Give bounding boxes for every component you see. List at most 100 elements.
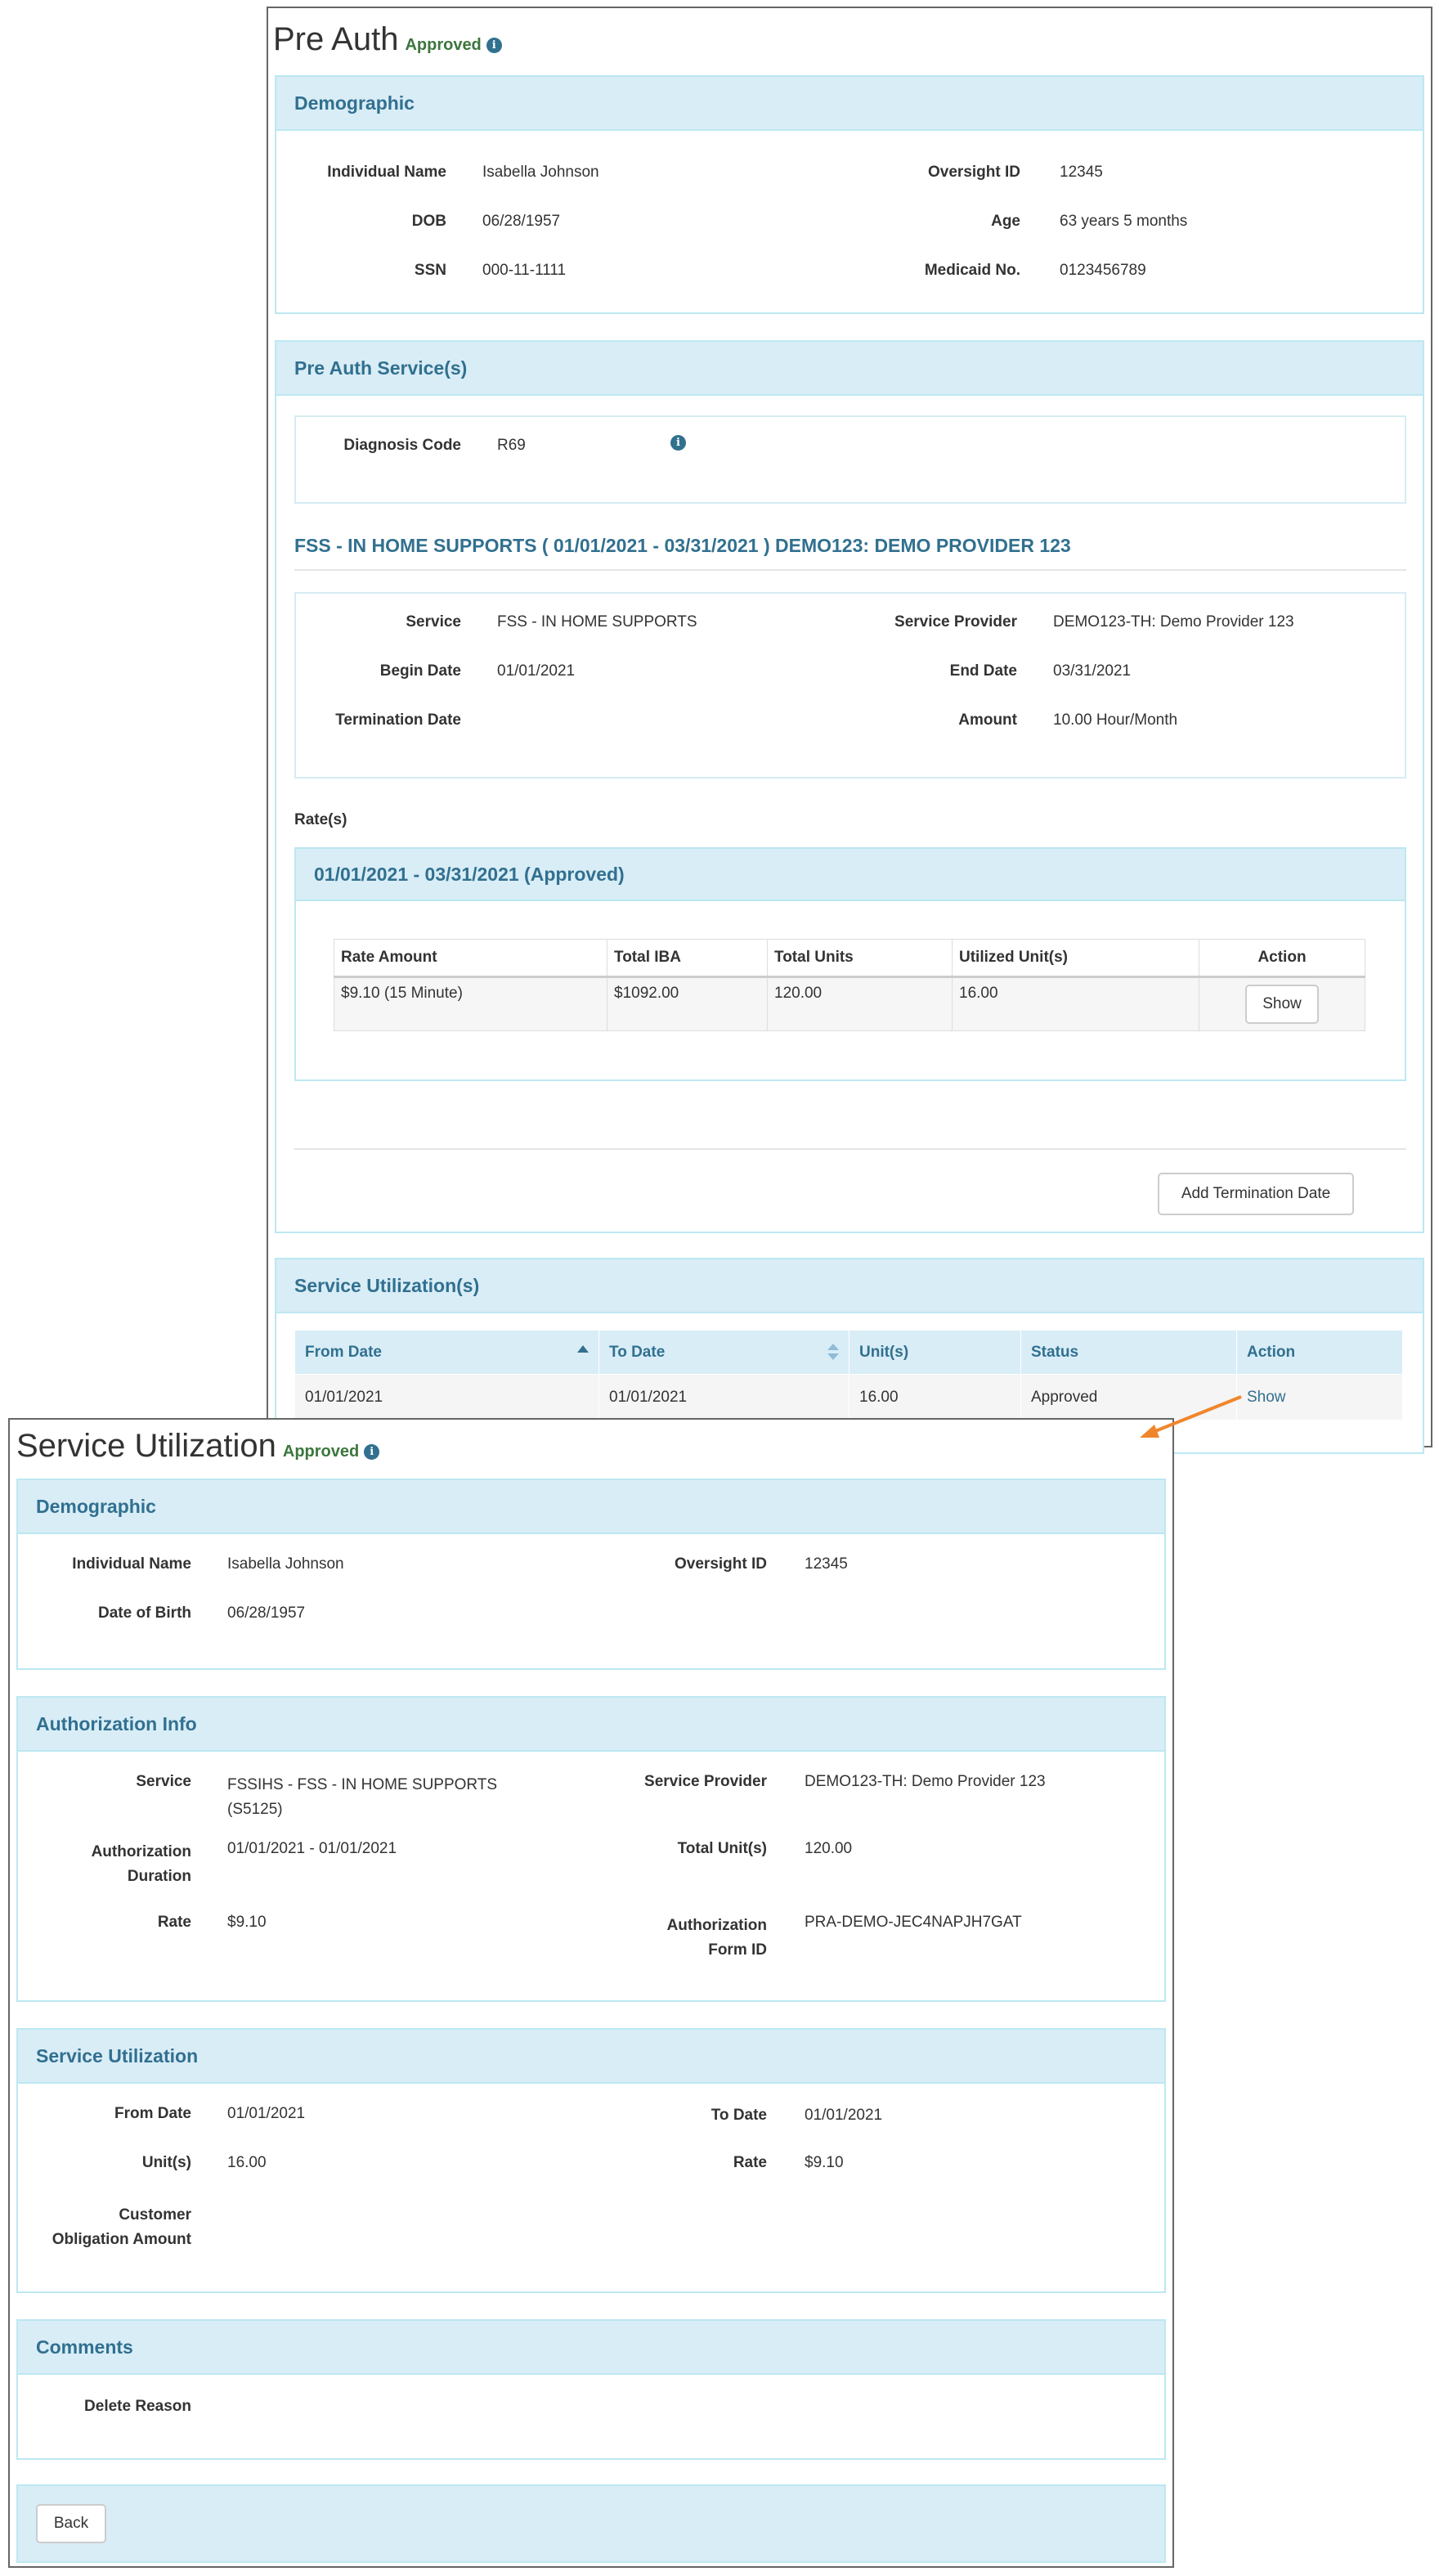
arrow-line bbox=[1150, 1395, 1242, 1434]
service-value: FSS - IN HOME SUPPORTS bbox=[497, 613, 697, 631]
dob-value: 06/28/1957 bbox=[482, 213, 561, 230]
ssn-label: SSN bbox=[414, 262, 446, 279]
rates-table: Rate Amount Total IBA Total Units Utiliz… bbox=[334, 939, 1365, 1031]
divider bbox=[294, 1148, 1406, 1150]
service-provider-value: DEMO123-TH: Demo Provider 123 bbox=[1053, 613, 1294, 631]
rate-period-heading: 01/01/2021 - 03/31/2021 (Approved) bbox=[296, 849, 1405, 901]
rate-amount-cell: $9.10 (15 Minute) bbox=[334, 976, 607, 1031]
amount-label: Amount bbox=[958, 711, 1017, 729]
individual-name-label: Individual Name bbox=[327, 164, 446, 181]
demographic-panel: Demographic Individual Name Isabella Joh… bbox=[275, 75, 1424, 314]
authorization-form-id-label: Authorization Form ID bbox=[666, 1917, 767, 1959]
divider bbox=[294, 569, 1406, 571]
action-cell: Show bbox=[1199, 976, 1365, 1031]
table-row: $9.10 (15 Minute) $1092.00 120.00 16.00 … bbox=[334, 976, 1365, 1031]
oversight-id-value: 12345 bbox=[805, 1555, 848, 1573]
panel-heading: Demographic bbox=[18, 1480, 1164, 1534]
age-value: 63 years 5 months bbox=[1060, 213, 1188, 230]
rate-value: $9.10 bbox=[805, 2154, 844, 2171]
service-label: Service bbox=[136, 1773, 191, 1790]
panel-heading: Service Utilization(s) bbox=[276, 1259, 1423, 1313]
rates-label: Rate(s) bbox=[294, 811, 347, 828]
customer-obligation-amount-label: Customer Obligation Amount bbox=[52, 2206, 191, 2248]
panel-heading: Service Utilization bbox=[18, 2030, 1164, 2084]
service-provider-value: DEMO123-TH: Demo Provider 123 bbox=[805, 1773, 1046, 1790]
footer-panel: Back bbox=[16, 2484, 1166, 2563]
service-label: Service bbox=[406, 613, 461, 631]
column-header: Total IBA bbox=[607, 939, 768, 978]
service-utilization-window: Service Utilization Approved i Demographic… bbox=[8, 1418, 1174, 2568]
action-cell: Show bbox=[1236, 1374, 1403, 1420]
panel-heading: Comments bbox=[18, 2321, 1164, 2375]
begin-date-value: 01/01/2021 bbox=[497, 662, 576, 680]
total-units-label: Total Unit(s) bbox=[677, 1840, 767, 1857]
panel-heading: Pre Auth Service(s) bbox=[276, 342, 1423, 396]
medicaid-label: Medicaid No. bbox=[924, 262, 1020, 279]
from-date-cell: 01/01/2021 bbox=[294, 1374, 599, 1420]
amount-value: 10.00 Hour/Month bbox=[1053, 711, 1178, 729]
arrow-icon bbox=[1140, 1395, 1242, 1438]
individual-name-value: Isabella Johnson bbox=[227, 1555, 344, 1573]
to-date-value: 01/01/2021 bbox=[805, 2107, 883, 2124]
total-units-cell: 120.00 bbox=[767, 976, 953, 1031]
demographic-panel: Demographic Individual Name Isabella Joh… bbox=[16, 1479, 1166, 1670]
individual-name-label: Individual Name bbox=[72, 1555, 191, 1573]
sort-both-icon bbox=[827, 1344, 839, 1362]
from-date-value: 01/01/2021 bbox=[227, 2105, 306, 2122]
info-icon[interactable]: i bbox=[486, 38, 502, 53]
diagnosis-code-value: R69 bbox=[497, 437, 526, 454]
pre-auth-services-panel: Pre Auth Service(s) Diagnosis Code R69 i… bbox=[275, 340, 1424, 1233]
add-termination-date-button[interactable]: Add Termination Date bbox=[1158, 1173, 1354, 1215]
service-utilization-panel: Service Utilization From Date 01/01/2021… bbox=[16, 2028, 1166, 2293]
oversight-id-label: Oversight ID bbox=[928, 164, 1020, 181]
termination-date-label: Termination Date bbox=[335, 711, 461, 729]
service-heading: FSS - IN HOME SUPPORTS ( 01/01/2021 - 03… bbox=[294, 535, 1071, 556]
rate-period-panel: 01/01/2021 - 03/31/2021 (Approved) Rate … bbox=[294, 847, 1406, 1081]
dob-label: DOB bbox=[411, 213, 446, 230]
info-icon[interactable]: i bbox=[364, 1444, 380, 1460]
units-label: Unit(s) bbox=[141, 2154, 191, 2171]
status-badge: Approved bbox=[282, 1443, 360, 1461]
ssn-value: 000-11-1111 bbox=[482, 262, 567, 279]
diagnosis-code-label: Diagnosis Code bbox=[343, 437, 461, 454]
show-rate-button[interactable]: Show bbox=[1245, 985, 1319, 1024]
column-header: Action bbox=[1199, 939, 1365, 978]
column-header: Utilized Unit(s) bbox=[952, 939, 1199, 978]
column-header-action: Action bbox=[1236, 1330, 1403, 1375]
back-button[interactable]: Back bbox=[36, 2504, 106, 2543]
units-value: 16.00 bbox=[227, 2154, 267, 2171]
column-header-units: Unit(s) bbox=[849, 1330, 1021, 1375]
page-title: Pre Auth Approved i bbox=[273, 21, 502, 58]
end-date-label: End Date bbox=[949, 662, 1017, 680]
column-header: Total Units bbox=[767, 939, 953, 978]
authorization-duration-value: 01/01/2021 - 01/01/2021 bbox=[227, 1840, 397, 1857]
info-icon[interactable]: i bbox=[670, 435, 686, 451]
date-of-birth-value: 06/28/1957 bbox=[227, 1604, 306, 1622]
service-value: FSSIHS - FSS - IN HOME SUPPORTS (S5125) bbox=[227, 1776, 498, 1818]
age-label: Age bbox=[991, 213, 1020, 230]
show-utilization-link[interactable]: Show bbox=[1247, 1389, 1286, 1406]
pre-auth-window: Pre Auth Approved i Demographic Individual… bbox=[267, 7, 1432, 1454]
column-header-to-date[interactable]: To Date bbox=[598, 1330, 850, 1375]
panel-heading: Authorization Info bbox=[18, 1698, 1164, 1752]
authorization-info-panel: Authorization Info Service FSSIHS - FSS … bbox=[16, 1696, 1166, 2002]
service-provider-label: Service Provider bbox=[894, 613, 1017, 631]
column-header: Rate Amount bbox=[334, 939, 607, 978]
oversight-id-label: Oversight ID bbox=[675, 1555, 767, 1573]
units-cell: 16.00 bbox=[849, 1374, 1021, 1420]
page-title: Service Utilization Approved i bbox=[16, 1428, 380, 1465]
from-date-label: From Date bbox=[114, 2105, 191, 2122]
authorization-duration-label: Authorization Duration bbox=[91, 1843, 191, 1885]
medicaid-value: 0123456789 bbox=[1060, 262, 1146, 279]
to-date-label: To Date bbox=[711, 2107, 767, 2124]
begin-date-label: Begin Date bbox=[379, 662, 461, 680]
arrow-head bbox=[1140, 1425, 1159, 1438]
column-header-from-date[interactable]: From Date bbox=[294, 1330, 599, 1375]
diagnosis-box: Diagnosis Code R69 i bbox=[294, 415, 1406, 504]
comments-panel: Comments Delete Reason bbox=[16, 2319, 1166, 2460]
end-date-value: 03/31/2021 bbox=[1053, 662, 1132, 680]
sort-asc-icon bbox=[577, 1345, 589, 1353]
panel-heading: Demographic bbox=[276, 77, 1423, 131]
to-date-cell: 01/01/2021 bbox=[598, 1374, 850, 1420]
delete-reason-label: Delete Reason bbox=[84, 2398, 191, 2415]
